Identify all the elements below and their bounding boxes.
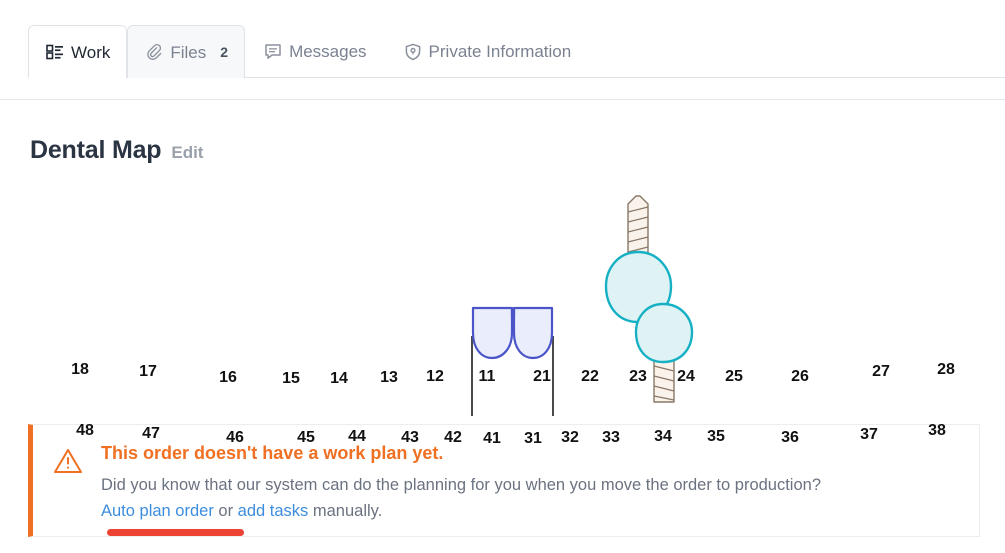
tooth-44[interactable]: 44 bbox=[348, 428, 366, 446]
tab-files[interactable]: Files 2 bbox=[127, 25, 246, 78]
tooth-17[interactable]: 17 bbox=[139, 363, 157, 381]
tooth-33[interactable]: 33 bbox=[602, 429, 620, 447]
tab-work[interactable]: Work bbox=[28, 25, 128, 79]
tooth-43[interactable]: 43 bbox=[401, 429, 419, 447]
tooth-12[interactable]: 12 bbox=[426, 368, 444, 386]
tooth-15[interactable]: 15 bbox=[282, 370, 300, 388]
tooth-48[interactable]: 48 bbox=[76, 422, 94, 440]
tooth-31[interactable]: 31 bbox=[524, 430, 542, 448]
tooth-42[interactable]: 42 bbox=[444, 429, 462, 447]
tooth-46[interactable]: 46 bbox=[226, 429, 244, 447]
bridge-teeth-41-31 bbox=[471, 306, 554, 416]
tooth-18[interactable]: 18 bbox=[71, 361, 89, 379]
tooth-47[interactable]: 47 bbox=[142, 425, 160, 443]
tooth-11[interactable]: 11 bbox=[479, 368, 496, 386]
tab-private-information-label: Private Information bbox=[428, 42, 572, 61]
paperclip-icon bbox=[144, 42, 164, 62]
alert-body-text: Did you know that our system can do the … bbox=[101, 476, 822, 494]
tooth-37[interactable]: 37 bbox=[860, 426, 878, 444]
tooth-41[interactable]: 41 bbox=[483, 430, 501, 448]
chat-bubble-icon bbox=[263, 42, 283, 62]
auto-plan-order-link[interactable]: Auto plan order bbox=[101, 502, 214, 520]
alert-body: Did you know that our system can do the … bbox=[101, 473, 961, 524]
tab-private-information[interactable]: Private Information bbox=[385, 25, 590, 78]
shield-lock-icon bbox=[403, 42, 423, 62]
tooth-28[interactable]: 28 bbox=[937, 361, 955, 379]
tab-files-count-badge: 2 bbox=[220, 44, 229, 60]
tab-messages-label: Messages bbox=[289, 42, 367, 61]
dental-chart: 18 17 16 15 14 13 12 11 21 22 23 24 25 2… bbox=[0, 100, 1005, 447]
tab-bar: Work Files 2 Messages Private Informatio… bbox=[0, 0, 1005, 100]
tab-messages[interactable]: Messages bbox=[245, 25, 384, 78]
dental-map-section: Dental Map Edit 18 17 16 15 14 13 12 11 … bbox=[0, 100, 1005, 447]
warning-triangle-icon bbox=[53, 447, 83, 480]
alert-conjunction: or bbox=[213, 501, 238, 520]
work-list-icon bbox=[45, 42, 65, 62]
tooth-25[interactable]: 25 bbox=[725, 368, 743, 386]
tooth-34[interactable]: 34 bbox=[654, 428, 672, 446]
tooth-36[interactable]: 36 bbox=[781, 429, 799, 447]
tab-files-label: Files bbox=[170, 42, 207, 62]
tooth-13[interactable]: 13 bbox=[380, 369, 398, 387]
red-underline-annotation bbox=[107, 529, 244, 536]
alert-content: This order doesn't have a work plan yet.… bbox=[101, 441, 961, 524]
tooth-32[interactable]: 32 bbox=[561, 429, 579, 447]
tab-strip: Work Files 2 Messages Private Informatio… bbox=[28, 25, 1005, 79]
tooth-45[interactable]: 45 bbox=[297, 429, 315, 447]
implant-tooth-34 bbox=[634, 302, 694, 403]
tooth-22[interactable]: 22 bbox=[581, 368, 599, 386]
tooth-26[interactable]: 26 bbox=[791, 368, 809, 386]
tooth-27[interactable]: 27 bbox=[872, 363, 890, 381]
tab-work-label: Work bbox=[71, 42, 111, 62]
tooth-16[interactable]: 16 bbox=[219, 369, 237, 387]
alert-body-suffix: manually. bbox=[308, 501, 383, 520]
tooth-35[interactable]: 35 bbox=[707, 428, 725, 446]
tooth-21[interactable]: 21 bbox=[533, 368, 551, 386]
work-plan-warning-alert: This order doesn't have a work plan yet.… bbox=[28, 424, 980, 537]
add-tasks-link[interactable]: add tasks bbox=[238, 502, 309, 520]
tooth-38[interactable]: 38 bbox=[928, 422, 946, 440]
tooth-23[interactable]: 23 bbox=[629, 368, 647, 386]
tooth-24[interactable]: 24 bbox=[677, 368, 695, 386]
implant-tooth-23 bbox=[604, 195, 673, 324]
tooth-14[interactable]: 14 bbox=[330, 370, 348, 388]
